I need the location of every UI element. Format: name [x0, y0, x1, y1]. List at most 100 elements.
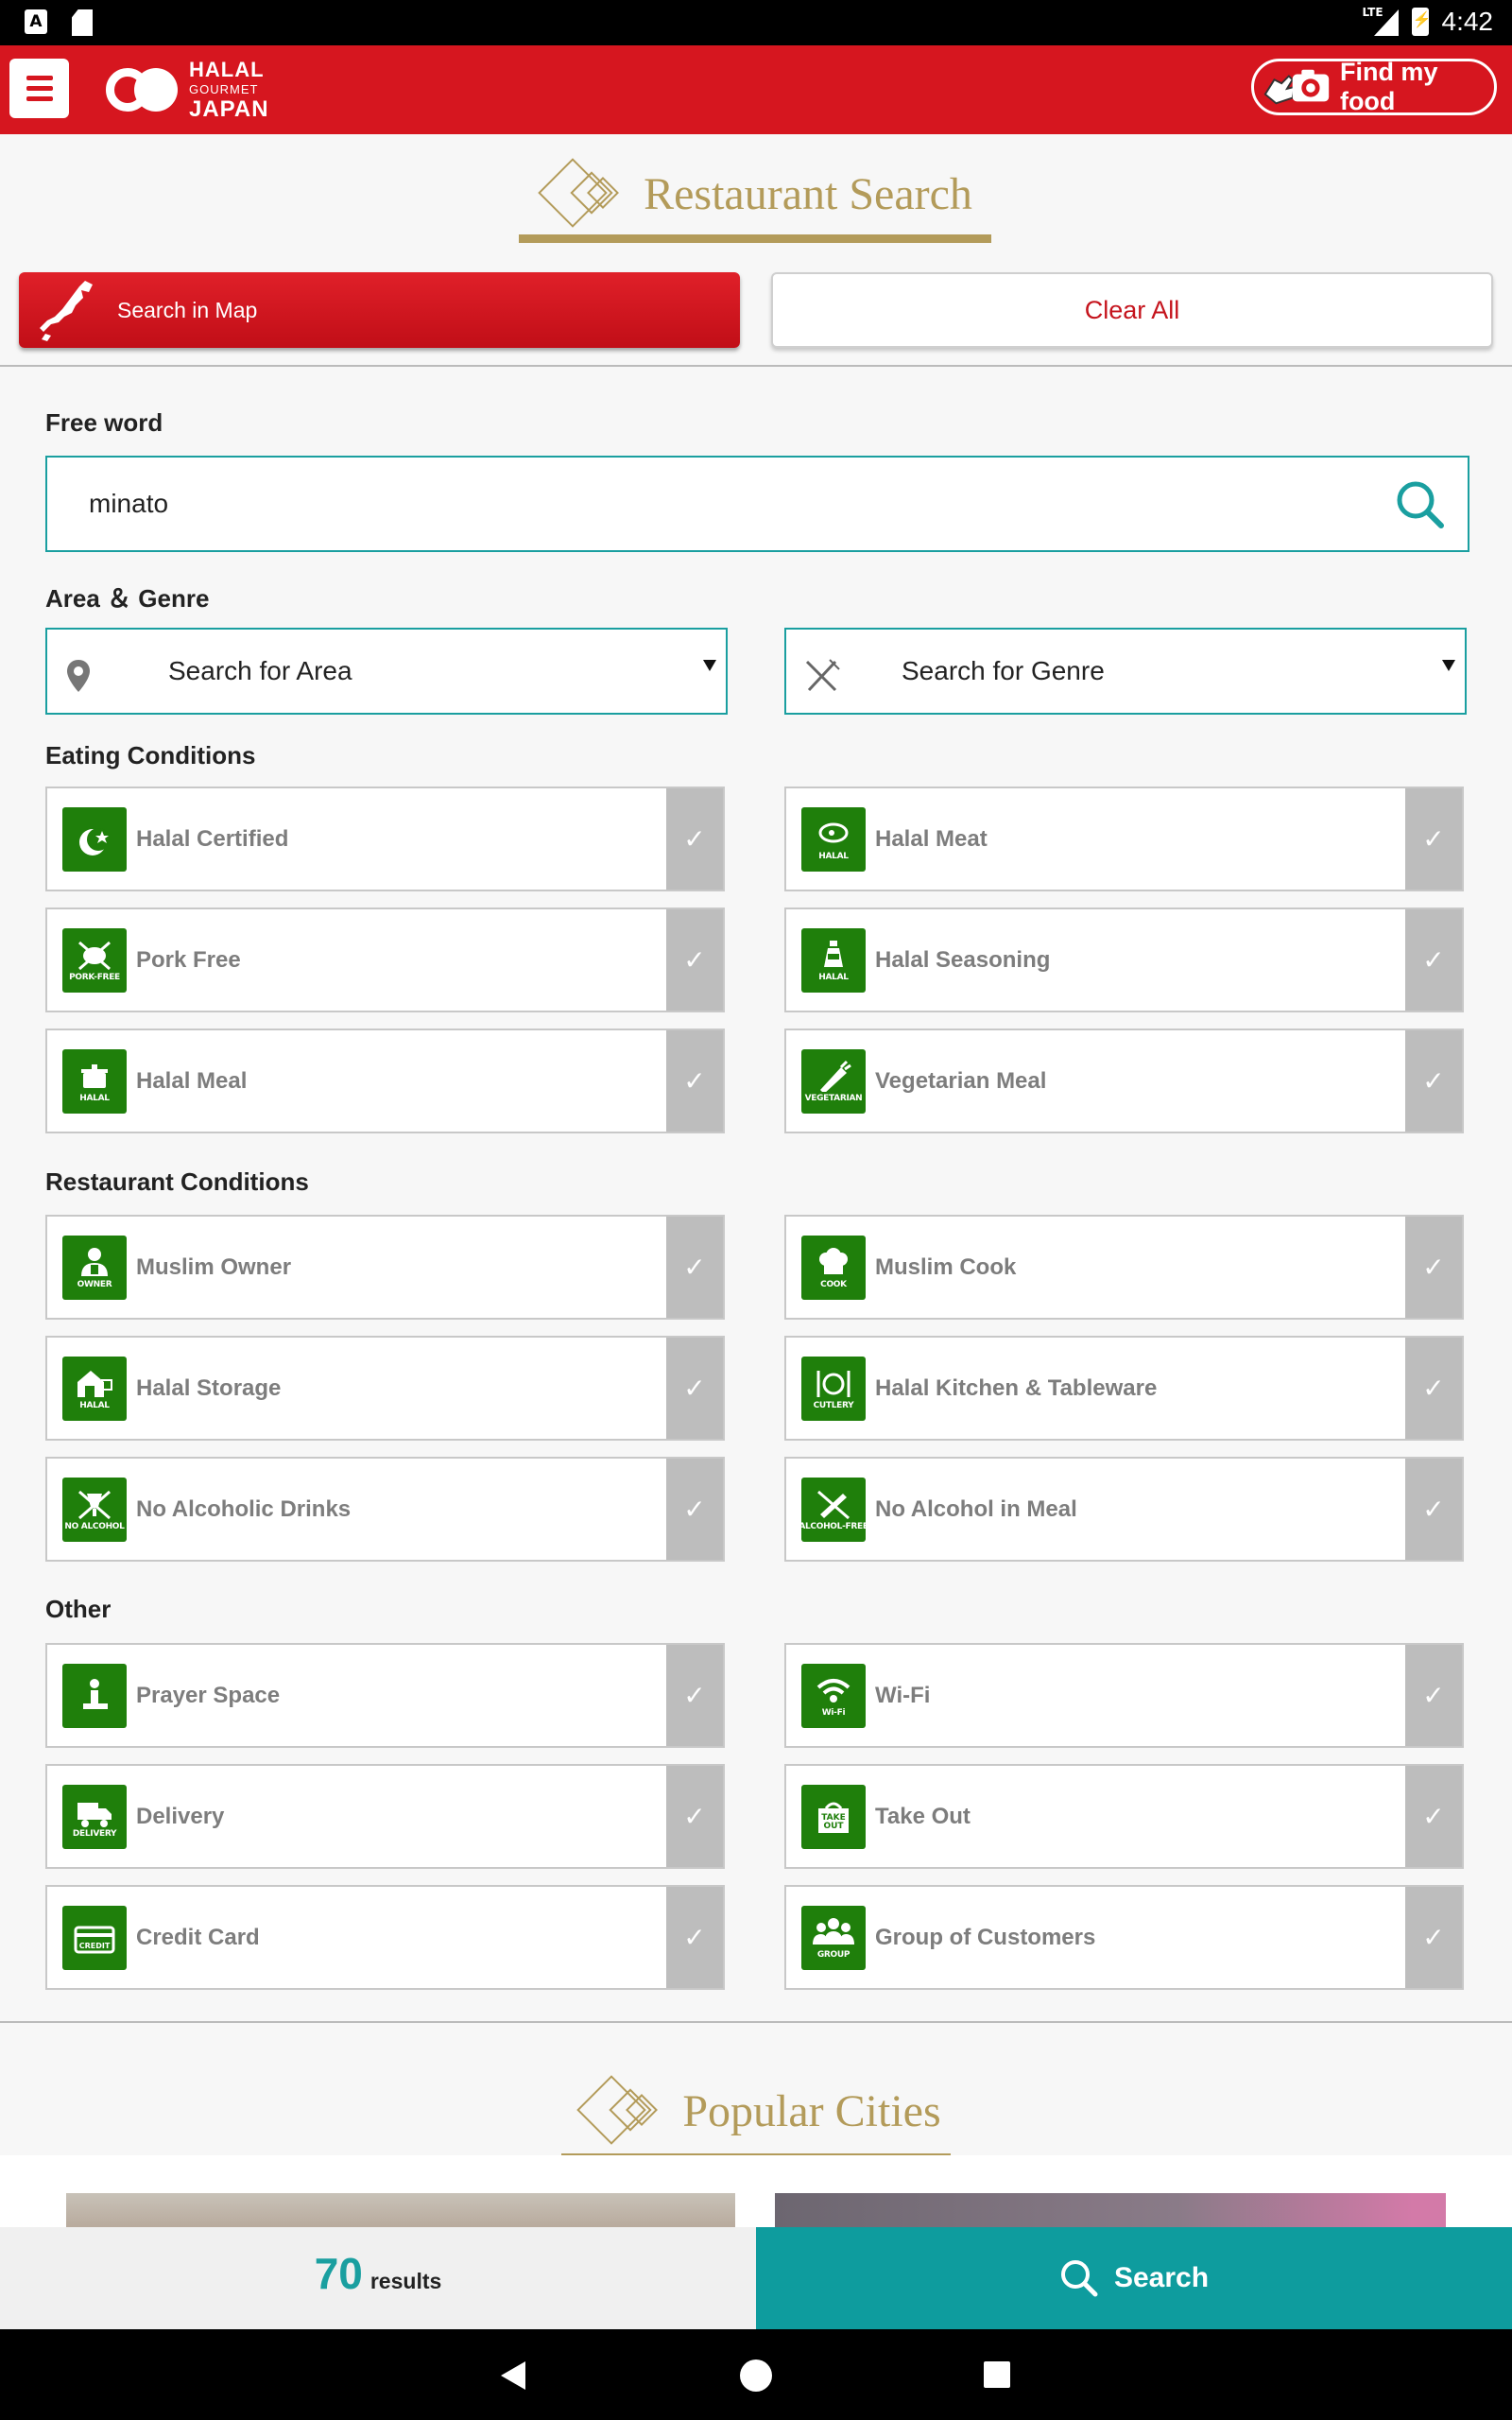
- area-select-value: Search for Area: [168, 656, 352, 685]
- condition-option-halal-kitchen-tableware[interactable]: CUTLERY Halal Kitchen & Tableware ✓: [784, 1336, 1464, 1441]
- free-word-input[interactable]: [89, 458, 1355, 550]
- city-photo[interactable]: [775, 2193, 1446, 2231]
- bottom-action-bar: 70 results Search: [0, 2227, 1512, 2329]
- area-select[interactable]: Search for Area: [45, 628, 728, 715]
- checkmark-icon[interactable]: ✓: [666, 1766, 723, 1867]
- condition-label: Muslim Owner: [136, 1254, 292, 1280]
- diamond-logo-icon: [538, 158, 620, 228]
- condition-label: Delivery: [136, 1804, 225, 1829]
- results-word: results: [369, 2269, 442, 2293]
- icon-caption: HALAL: [818, 973, 849, 982]
- checkmark-icon[interactable]: ✓: [1405, 1338, 1462, 1439]
- dropdown-arrow-icon: [1442, 660, 1455, 671]
- search-icon[interactable]: [1394, 478, 1447, 531]
- page-title: Restaurant Search: [644, 168, 972, 219]
- condition-option-muslim-cook[interactable]: COOK Muslim Cook ✓: [784, 1215, 1464, 1320]
- condition-option-delivery[interactable]: DELIVERY Delivery ✓: [45, 1764, 725, 1869]
- clock: 4:42: [1441, 7, 1494, 36]
- checkmark-icon[interactable]: ✓: [666, 1645, 723, 1746]
- condition-option-wi-fi[interactable]: Wi-Fi Wi-Fi ✓: [784, 1643, 1464, 1748]
- condition-label: No Alcoholic Drinks: [136, 1496, 352, 1522]
- restaurant-conditions-label: Restaurant Conditions: [45, 1167, 309, 1196]
- checkmark-icon[interactable]: ✓: [666, 788, 723, 890]
- condition-label: Halal Storage: [136, 1375, 282, 1401]
- hand-camera-icon: [1263, 69, 1330, 105]
- condition-option-prayer-space[interactable]: Prayer Space ✓: [45, 1643, 725, 1748]
- search-button[interactable]: Search: [756, 2227, 1512, 2329]
- menu-button[interactable]: [9, 59, 69, 118]
- checkmark-icon[interactable]: ✓: [1405, 788, 1462, 890]
- checkmark-icon[interactable]: ✓: [666, 909, 723, 1011]
- japan-map-icon: [40, 281, 93, 341]
- checkmark-icon[interactable]: ✓: [1405, 1459, 1462, 1560]
- condition-option-halal-storage[interactable]: HALAL Halal Storage ✓: [45, 1336, 725, 1441]
- condition-option-group-of-customers[interactable]: GROUP Group of Customers ✓: [784, 1885, 1464, 1990]
- checkmark-icon[interactable]: ✓: [1405, 1030, 1462, 1132]
- condition-option-vegetarian-meal[interactable]: VEGETARIAN Vegetarian Meal ✓: [784, 1028, 1464, 1133]
- condition-option-no-alcoholic-drinks[interactable]: NO ALCOHOL No Alcoholic Drinks ✓: [45, 1457, 725, 1562]
- condition-label: Halal Meal: [136, 1068, 248, 1094]
- condition-option-pork-free[interactable]: PORK-FREE Pork Free ✓: [45, 908, 725, 1012]
- condition-option-halal-meat[interactable]: HALAL Halal Meat ✓: [784, 786, 1464, 891]
- back-icon[interactable]: [501, 2361, 525, 2390]
- condition-option-no-alcohol-in-meal[interactable]: ALCOHOL-FREE No Alcohol in Meal ✓: [784, 1457, 1464, 1562]
- area-genre-label: Area ＆ Genre: [45, 584, 210, 613]
- checkmark-icon[interactable]: ✓: [1405, 909, 1462, 1011]
- checkmark-icon[interactable]: ✓: [666, 1338, 723, 1439]
- condition-option-halal-certified[interactable]: Halal Certified ✓: [45, 786, 725, 891]
- checkmark-icon[interactable]: ✓: [1405, 1766, 1462, 1867]
- halal-gourmet-logo[interactable]: HALAL GOURMET JAPAN: [106, 58, 269, 122]
- prayer-icon: [62, 1664, 127, 1728]
- divider: [0, 365, 1512, 367]
- checkmark-icon[interactable]: ✓: [1405, 1887, 1462, 1988]
- icon-caption: DELIVERY: [72, 1829, 117, 1839]
- sd-card-icon: [72, 9, 93, 36]
- condition-option-halal-seasoning[interactable]: HALAL Halal Seasoning ✓: [784, 908, 1464, 1012]
- checkmark-icon[interactable]: ✓: [666, 1217, 723, 1318]
- condition-label: Halal Meat: [875, 826, 988, 852]
- meat-icon: HALAL: [801, 807, 866, 872]
- clear-all-label: Clear All: [1084, 295, 1180, 324]
- icon-caption: Wi-Fi: [821, 1708, 846, 1718]
- status-bar: A LTE 4:42: [0, 0, 1512, 45]
- home-icon[interactable]: [740, 2360, 772, 2392]
- icon-caption: NO ALCOHOL: [64, 1522, 125, 1531]
- signal-icon: LTE: [1361, 6, 1399, 38]
- genre-select[interactable]: Search for Genre: [784, 628, 1467, 715]
- checkmark-icon[interactable]: ✓: [666, 1887, 723, 1988]
- find-my-food-button[interactable]: Find my food: [1251, 58, 1497, 115]
- chef-hat-icon: COOK: [801, 1236, 866, 1300]
- free-word-field-box: [45, 456, 1469, 552]
- condition-option-take-out[interactable]: TAKE OUT Take Out ✓: [784, 1764, 1464, 1869]
- system-nav-bar: [0, 2329, 1512, 2420]
- city-photo[interactable]: [66, 2193, 735, 2231]
- icon-caption: COOK: [820, 1280, 847, 1289]
- icon-caption: HALAL: [79, 1401, 110, 1410]
- restaurant-search-heading: Restaurant Search: [518, 151, 990, 236]
- checkmark-icon[interactable]: ✓: [1405, 1645, 1462, 1746]
- icon-caption: GROUP: [816, 1950, 850, 1960]
- accessibility-icon: A: [25, 9, 47, 34]
- find-my-food-label: Find my food: [1339, 58, 1438, 115]
- checkmark-icon[interactable]: ✓: [1405, 1217, 1462, 1318]
- condition-label: Group of Customers: [875, 1925, 1096, 1950]
- search-in-map-button[interactable]: Search in Map: [19, 272, 740, 348]
- other-label: Other: [45, 1595, 112, 1623]
- condition-label: Pork Free: [136, 947, 241, 973]
- icon-caption: PORK-FREE: [69, 973, 120, 982]
- condition-label: Wi-Fi: [875, 1683, 931, 1708]
- svg-text:OUT: OUT: [823, 1822, 844, 1831]
- free-word-label: Free word: [45, 408, 163, 437]
- wifi-icon: Wi-Fi: [801, 1664, 866, 1728]
- clear-all-button[interactable]: Clear All: [771, 272, 1493, 348]
- condition-option-muslim-owner[interactable]: OWNER Muslim Owner ✓: [45, 1215, 725, 1320]
- checkmark-icon[interactable]: ✓: [666, 1459, 723, 1560]
- logo-line-3: JAPAN: [189, 95, 269, 122]
- condition-option-credit-card[interactable]: CREDIT Credit Card ✓: [45, 1885, 725, 1990]
- takeout-bag-icon: TAKE OUT: [801, 1785, 866, 1849]
- search-in-map-label: Search in Map: [117, 297, 258, 322]
- condition-option-halal-meal[interactable]: HALAL Halal Meal ✓: [45, 1028, 725, 1133]
- recent-apps-icon[interactable]: [984, 2361, 1010, 2388]
- cutlery-icon: CUTLERY: [801, 1357, 866, 1421]
- checkmark-icon[interactable]: ✓: [666, 1030, 723, 1132]
